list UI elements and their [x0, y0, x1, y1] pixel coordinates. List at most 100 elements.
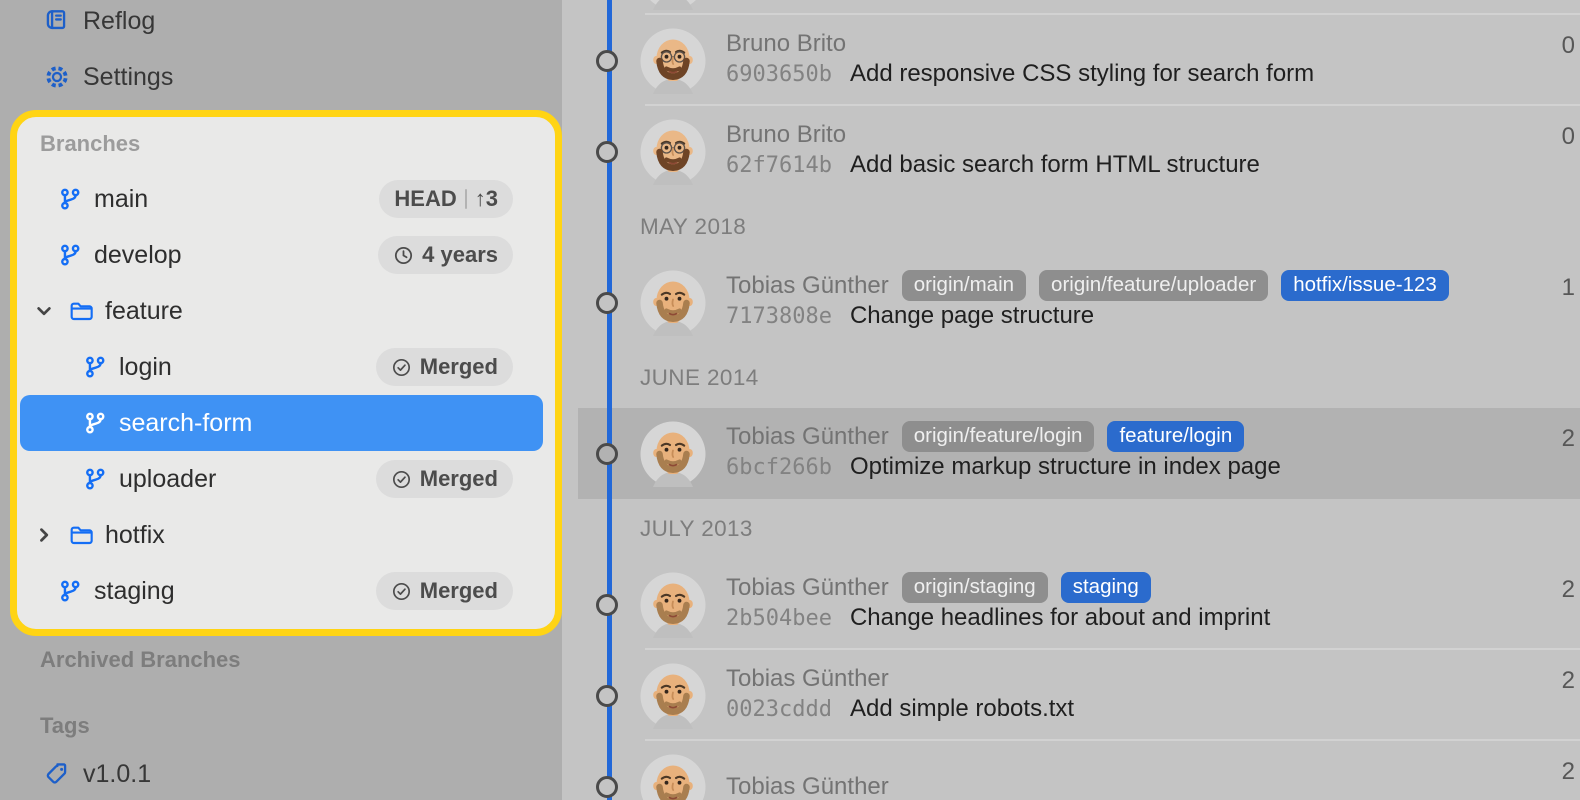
commit-hash: 7173808e [726, 304, 832, 329]
commit-date-truncated: 1 [1562, 274, 1575, 302]
commit-hash: 2b504bee [726, 606, 832, 631]
commit-message-line: 0023cdddAdd simple robots.txt [726, 695, 1074, 729]
check-circle-icon [391, 581, 412, 602]
chevron-right-icon [33, 524, 55, 546]
sidebar-item-settings[interactable]: Settings [0, 49, 562, 105]
commit-row[interactable]: Tobias Güntherorigin/feature/loginfeatur… [562, 408, 1580, 499]
commit-row[interactable]: Tobias Günther2 [562, 741, 1580, 800]
commit-message: Add responsive CSS styling for search fo… [850, 60, 1314, 88]
commit-row-partial-top [562, 0, 1580, 15]
commit-row[interactable]: Tobias Günther0023cdddAdd simple robots.… [562, 650, 1580, 741]
commit-meta-line: Tobias Güntherorigin/feature/loginfeatur… [726, 420, 1281, 453]
avatar [640, 663, 706, 729]
commit-message: Optimize markup structure in index page [850, 453, 1281, 481]
commit-author: Tobias Günther [726, 574, 889, 602]
sidebar: Reflog Settings Branches main HEAD ↑3 develo… [0, 0, 562, 800]
commit-row[interactable]: Bruno Brito62f7614bAdd basic search form… [562, 106, 1580, 197]
commit-list: Bruno Brito6903650bAdd responsive CSS st… [562, 0, 1580, 800]
sidebar-branch-uploader[interactable]: uploaderMerged [20, 451, 543, 507]
commit-message: Change page structure [850, 302, 1094, 330]
branch-ref-badge[interactable]: feature/login [1107, 421, 1244, 453]
commit-message: Change headlines for about and imprint [850, 604, 1270, 632]
git-client-window: Reflog Settings Branches main HEAD ↑3 develo… [0, 0, 1580, 800]
branch-ref-badge[interactable]: origin/feature/uploader [1039, 270, 1268, 302]
commit-hash: 62f7614b [726, 153, 832, 178]
sidebar-tag-v1.0.1[interactable]: v1.0.1 [0, 746, 562, 800]
branch-label: main [94, 185, 148, 214]
sidebar-item-reflog[interactable]: Reflog [0, 0, 562, 49]
sidebar-bottom-section: Archived Branches Tags v1.0.1 [0, 636, 562, 800]
commit-info: Tobias Günther origin/main origin/feature/… [726, 269, 1449, 336]
avatar [640, 28, 706, 94]
branches-section-header: Branches [17, 129, 555, 159]
sidebar-folder-feature[interactable]: feature [20, 283, 543, 339]
avatar [640, 270, 706, 336]
folder-icon [69, 523, 93, 547]
sidebar-branch-staging[interactable]: staging Merged [20, 563, 543, 619]
branch-label: feature [105, 297, 183, 326]
branch-ref-badge[interactable]: origin/feature/login [902, 421, 1095, 453]
commit-author: Tobias Günther [726, 665, 889, 693]
commit-info: Tobias Günther origin/staging staging 2b504… [726, 571, 1270, 638]
commit-history-panel: Bruno Brito6903650bAdd responsive CSS st… [562, 0, 1580, 800]
commit-row[interactable]: Bruno Brito6903650b Add responsive CSS st… [562, 15, 1580, 106]
merged-badge: Merged [376, 572, 513, 610]
age-badge: 4 years [378, 236, 513, 274]
date-label: JUNE 2014 [640, 365, 759, 391]
book-icon [44, 8, 70, 34]
avatar [640, 0, 706, 10]
tag-icon [44, 761, 70, 787]
sidebar-branch-main[interactable]: main HEAD ↑3 [20, 171, 543, 227]
branch-icon [58, 243, 82, 267]
commit-meta-line: Bruno Brito [726, 27, 1314, 60]
branch-ref-badge[interactable]: origin/staging [902, 572, 1048, 604]
chevron-down-icon [33, 300, 55, 322]
branch-icon [83, 355, 107, 379]
branch-ref-badge[interactable]: origin/main [902, 270, 1026, 302]
check-circle-icon [391, 469, 412, 490]
branch-ref-badge[interactable]: hotfix/issue-123 [1281, 270, 1449, 302]
commit-date-truncated: 2 [1562, 667, 1575, 695]
date-label: JULY 2013 [640, 516, 753, 542]
commit-meta-line: Tobias Günther [726, 662, 1074, 695]
commit-message-line: 62f7614bAdd basic search form HTML struc… [726, 151, 1260, 185]
date-separator: JUNE 2014 [562, 348, 1580, 408]
merged-badge: Merged [376, 460, 513, 498]
ahead-count: ↑3 [475, 186, 498, 212]
commit-info: Tobias Günther0023cdddAdd simple robots.… [726, 662, 1074, 729]
date-separator: MAY 2018 [562, 197, 1580, 257]
commit-graph-node [596, 50, 618, 72]
sidebar-folder-hotfix[interactable]: hotfix [20, 507, 543, 563]
branch-label: login [119, 353, 172, 382]
branch-icon [58, 187, 82, 211]
merged-badge: Merged [376, 348, 513, 386]
sidebar-branch-develop[interactable]: develop 4 years [20, 227, 543, 283]
commit-hash: 6903650b [726, 62, 832, 87]
commit-row[interactable]: Tobias Günther origin/staging staging 2b504… [562, 559, 1580, 650]
commit-author: Tobias Günther [726, 272, 889, 300]
branch-label: search-form [119, 409, 252, 438]
date-separator: JULY 2013 [562, 499, 1580, 559]
branch-icon [83, 411, 107, 435]
commit-graph-line [607, 0, 612, 800]
branch-label: develop [94, 241, 182, 270]
branch-ref-badge[interactable]: staging [1061, 572, 1151, 604]
sidebar-branch-login[interactable]: login Merged [20, 339, 543, 395]
commit-message-line: 6bcf266bOptimize markup structure in ind… [726, 453, 1281, 487]
sidebar-branch-search-form[interactable]: search-form [20, 395, 543, 451]
commit-meta-line: Tobias Günther [726, 770, 889, 800]
head-label: HEAD [394, 186, 456, 212]
commit-meta-line: Tobias Günther origin/staging staging [726, 571, 1270, 604]
commit-meta-line: Bruno Brito [726, 118, 1260, 151]
commit-meta-line: Tobias Günther origin/main origin/feature/… [726, 269, 1449, 302]
folder-icon [69, 299, 93, 323]
commit-graph-node [596, 141, 618, 163]
commit-date-truncated: 0 [1562, 123, 1575, 151]
commit-row[interactable]: Tobias Günther origin/main origin/feature/… [562, 257, 1580, 348]
commit-graph-node [596, 594, 618, 616]
tags-section-header: Tags [0, 711, 562, 741]
branch-label: staging [94, 577, 175, 606]
gear-icon [44, 64, 70, 90]
commit-info: Bruno Brito6903650b Add responsive CSS st… [726, 27, 1314, 94]
sidebar-item-label: Reflog [83, 7, 155, 36]
